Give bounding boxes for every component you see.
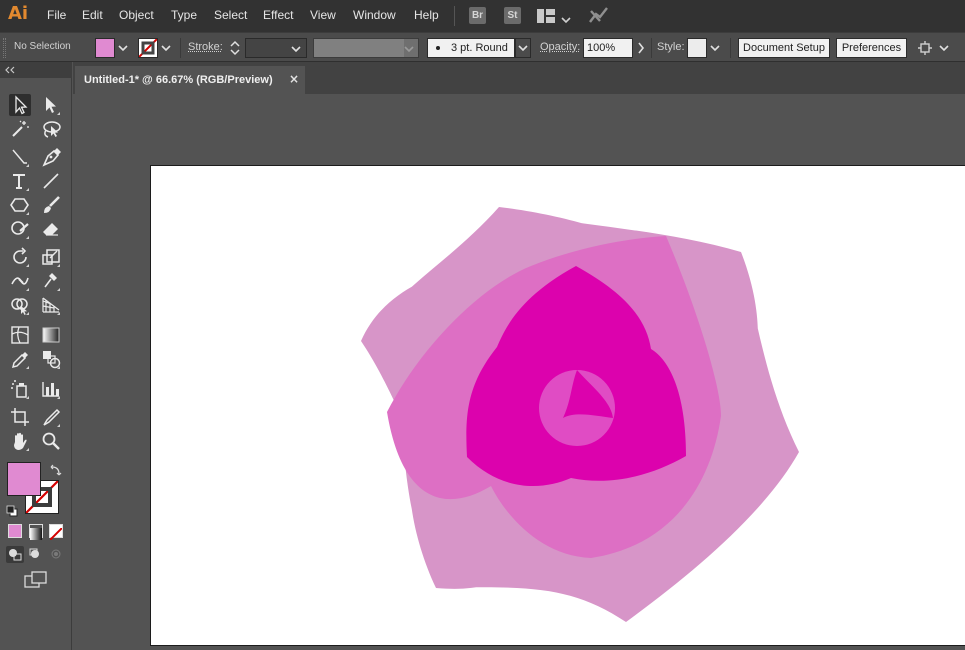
chevron-down-icon[interactable]	[938, 41, 950, 55]
panel-grip-icon[interactable]	[3, 38, 6, 58]
menu-bar: Ai File Edit Object Type Select Effect V…	[0, 0, 965, 32]
menu-file[interactable]: File	[47, 8, 66, 22]
divider	[651, 38, 652, 58]
rose-artwork[interactable]	[151, 166, 965, 645]
opacity-field[interactable]: 100%	[583, 38, 633, 58]
menu-view[interactable]: View	[310, 8, 336, 22]
scale-tool-icon[interactable]	[40, 246, 62, 268]
style-label: Style:	[657, 41, 685, 53]
mesh-tool-icon[interactable]	[9, 324, 31, 346]
canvas-workspace[interactable]	[73, 94, 965, 650]
none-mode-button[interactable]	[49, 524, 63, 541]
stroke-weight-value	[246, 45, 250, 57]
stock-button[interactable]: St	[504, 7, 521, 24]
draw-normal-icon[interactable]	[6, 546, 24, 563]
zoom-tool-icon[interactable]	[40, 430, 62, 452]
pen-tool-icon[interactable]	[40, 146, 62, 168]
artboard[interactable]	[150, 165, 965, 646]
width-tool-icon[interactable]	[9, 270, 31, 292]
shape-builder-tool-icon[interactable]	[9, 294, 31, 316]
direct-selection-tool-icon[interactable]	[40, 94, 62, 116]
gpu-performance-icon[interactable]	[588, 5, 610, 29]
bridge-button[interactable]: Br	[469, 7, 486, 24]
menu-window[interactable]: Window	[353, 8, 396, 22]
draw-inside-icon[interactable]	[48, 546, 66, 567]
menu-type[interactable]: Type	[171, 8, 197, 22]
brush-label: 3 pt. Round	[451, 42, 508, 54]
preferences-button[interactable]: Preferences	[836, 38, 907, 58]
selection-tool-icon[interactable]	[9, 94, 31, 116]
document-setup-button[interactable]: Document Setup	[738, 38, 830, 58]
stroke-weight-field[interactable]	[245, 38, 307, 58]
chevron-down-icon[interactable]	[160, 41, 172, 55]
opacity-value: 100%	[587, 42, 616, 54]
color-mode-button[interactable]	[8, 524, 22, 538]
graphic-style-swatch[interactable]	[687, 38, 707, 58]
stroke-weight-stepper[interactable]	[229, 38, 241, 62]
polygon-tool-icon[interactable]	[9, 194, 31, 216]
stroke-color-swatch[interactable]	[138, 38, 158, 58]
eraser-tool-icon[interactable]	[40, 218, 62, 240]
selection-status: No Selection	[14, 41, 71, 52]
default-fill-stroke-icon[interactable]	[6, 502, 18, 521]
tools-panel-header	[0, 62, 72, 78]
chevron-down-icon[interactable]	[561, 10, 571, 29]
paintbrush-tool-icon[interactable]	[40, 194, 62, 216]
lasso-tool-icon[interactable]	[40, 118, 62, 140]
fill-color-indicator[interactable]	[7, 462, 41, 496]
brush-definition-dropdown[interactable]: 3 pt. Round	[427, 38, 515, 58]
perspective-grid-tool-icon[interactable]	[40, 294, 62, 316]
align-options-icon[interactable]	[917, 40, 933, 60]
menu-edit[interactable]: Edit	[82, 8, 103, 22]
stroke-label[interactable]: Stroke:	[188, 41, 223, 53]
type-tool-icon[interactable]	[9, 170, 31, 192]
brush-dropdown-button[interactable]	[515, 38, 531, 58]
opacity-label[interactable]: Opacity:	[540, 41, 580, 53]
chevron-right-icon[interactable]	[635, 41, 647, 55]
rotate-tool-icon[interactable]	[9, 246, 31, 268]
blend-tool-icon[interactable]	[40, 348, 62, 370]
slice-tool-icon[interactable]	[40, 406, 62, 428]
document-tab[interactable]: Untitled-1* @ 66.67% (RGB/Preview) ×	[75, 66, 305, 94]
menu-object[interactable]: Object	[119, 8, 154, 22]
illustrator-logo: Ai	[8, 3, 29, 24]
menu-effect[interactable]: Effect	[263, 8, 293, 22]
arrange-documents-icon[interactable]	[537, 8, 555, 27]
divider	[730, 38, 731, 58]
document-tab-title: Untitled-1* @ 66.67% (RGB/Preview)	[84, 74, 273, 86]
collapse-panel-icon[interactable]	[5, 66, 15, 74]
chevron-down-icon[interactable]	[117, 41, 129, 55]
line-segment-tool-icon[interactable]	[40, 170, 62, 192]
close-tab-icon[interactable]: ×	[289, 72, 299, 86]
tools-panel	[0, 62, 72, 650]
hand-tool-icon[interactable]	[9, 430, 31, 452]
divider	[180, 38, 181, 58]
artboard-tool-icon[interactable]	[9, 406, 31, 428]
menu-help[interactable]: Help	[414, 8, 439, 22]
variable-width-profile-dropdown[interactable]	[313, 38, 419, 58]
change-screen-mode-icon[interactable]	[24, 571, 48, 593]
symbol-sprayer-tool-icon[interactable]	[9, 378, 31, 400]
magic-wand-tool-icon[interactable]	[9, 118, 31, 140]
eyedropper-tool-icon[interactable]	[9, 348, 31, 370]
gradient-mode-button[interactable]	[29, 524, 43, 540]
shaper-tool-icon[interactable]	[9, 218, 31, 240]
menu-separator	[454, 6, 455, 26]
column-graph-tool-icon[interactable]	[40, 378, 62, 400]
control-bar: No Selection Stroke: 3 pt. Round Opacity…	[0, 32, 965, 62]
chevron-down-icon[interactable]	[709, 41, 721, 55]
gradient-tool-icon[interactable]	[40, 324, 62, 346]
swap-fill-stroke-icon[interactable]	[50, 461, 62, 480]
brush-dot-icon	[436, 46, 440, 50]
menu-select[interactable]: Select	[214, 8, 247, 22]
curvature-tool-icon[interactable]	[9, 146, 31, 168]
document-tab-bar: Untitled-1* @ 66.67% (RGB/Preview) ×	[73, 62, 965, 94]
fill-color-swatch[interactable]	[95, 38, 115, 58]
draw-behind-icon[interactable]	[27, 546, 45, 567]
puppet-warp-tool-icon[interactable]	[40, 270, 62, 292]
